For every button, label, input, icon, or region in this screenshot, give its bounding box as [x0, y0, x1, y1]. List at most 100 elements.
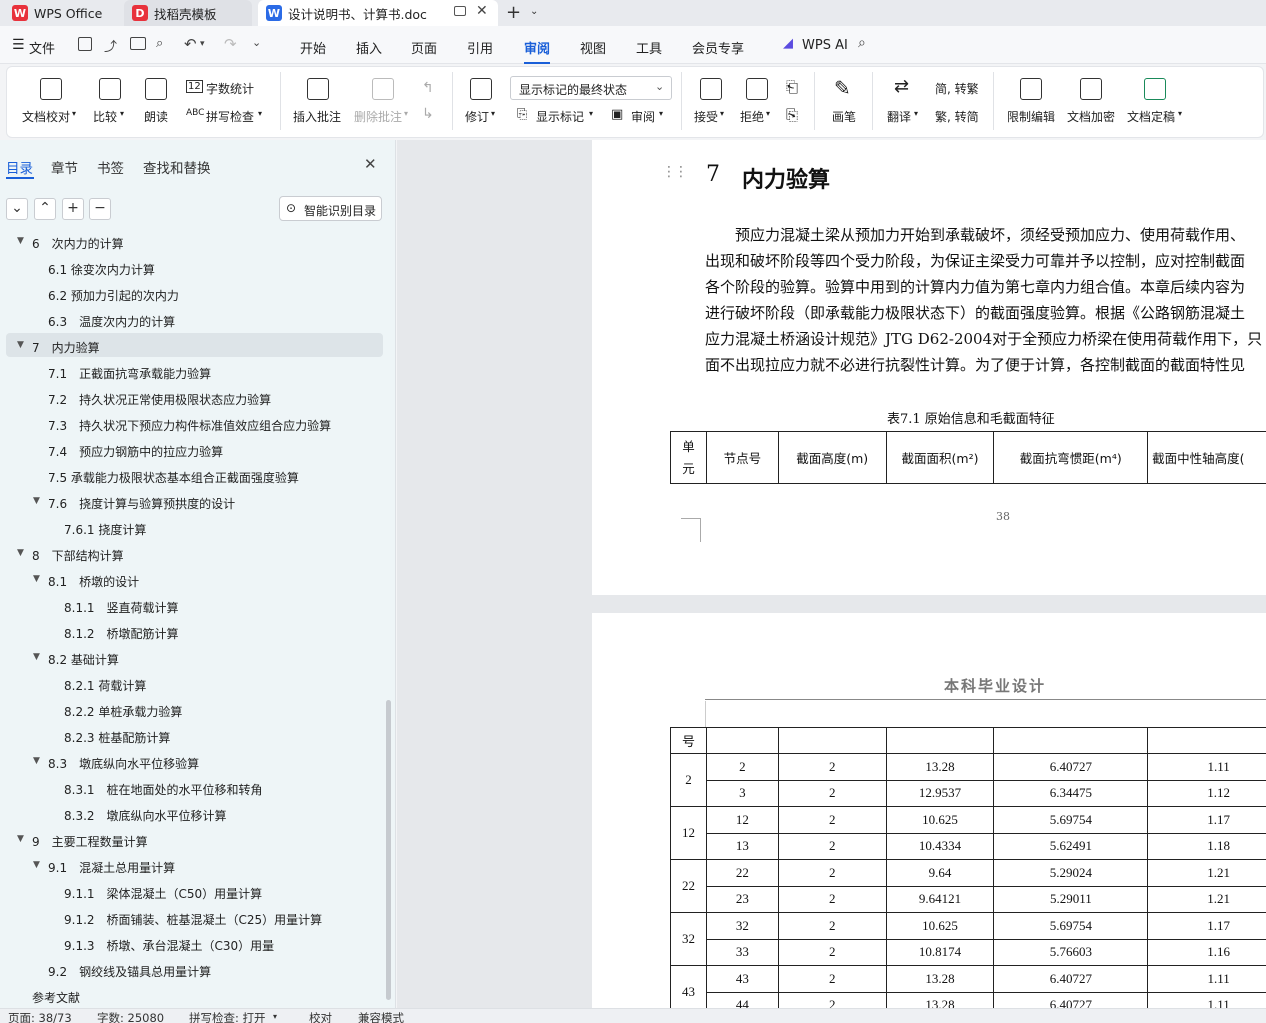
document-proof-button[interactable]: 文档校对 [22, 108, 70, 125]
pen-button[interactable]: 画笔 [832, 108, 856, 125]
read-aloud-button[interactable]: 朗读 [144, 108, 168, 125]
close-tab-icon[interactable]: ✕ [476, 3, 488, 19]
smart-toc-button[interactable]: ⊙ 智能识别目录 [279, 196, 382, 221]
spell-check-button[interactable]: 拼写检查 [206, 108, 254, 125]
word-count-button[interactable]: 字数统计 [206, 80, 254, 97]
menu-file[interactable]: 文件 [29, 38, 55, 57]
accept-button[interactable]: 接受 [694, 108, 718, 125]
translate-button[interactable]: 翻译 [887, 108, 911, 125]
tab-templates[interactable]: D 找稻壳模板 [124, 0, 252, 26]
word-count[interactable]: 字数: 25080 [97, 1010, 164, 1023]
toc-item[interactable]: 9.1.1 梁体混凝土（C50）用量计算 [64, 885, 262, 902]
previous-change-icon[interactable]: ⎗ [786, 78, 798, 96]
toc-item[interactable]: 7.4 预应力钢筋中的拉应力验算 [48, 443, 223, 460]
toc-item[interactable]: 9.1 混凝土总用量计算 [48, 859, 175, 876]
menu-home[interactable]: 开始 [300, 38, 326, 57]
proof-status[interactable]: 校对 [309, 1010, 332, 1023]
toc-item[interactable]: 9.1.3 桥墩、承台混凝土（C30）用量 [64, 937, 274, 954]
toc-item[interactable]: 8.3.1 桩在地面处的水平位移和转角 [64, 781, 263, 798]
insert-comment-button[interactable]: 插入批注 [293, 108, 341, 125]
next-comment-icon[interactable]: ↳ [422, 106, 434, 122]
toc-item[interactable]: 7.1 正截面抗弯承载能力验算 [48, 365, 211, 382]
spell-check-status[interactable]: 拼写检查: 打开 [189, 1010, 266, 1023]
reject-button[interactable]: 拒绝 [740, 108, 764, 125]
expand-triangle-icon[interactable]: ▼ [17, 834, 24, 844]
redo-icon[interactable]: ↷ [224, 35, 237, 53]
expand-triangle-icon[interactable]: ▼ [33, 496, 40, 506]
toc-item[interactable]: 7.6 挠度计算与验算预拱度的设计 [48, 495, 235, 512]
hamburger-icon[interactable]: ☰ [12, 37, 25, 53]
menu-page[interactable]: 页面 [411, 38, 437, 57]
tab-chapters[interactable]: 章节 [51, 157, 78, 177]
toc-item-selected[interactable]: 7 内力验算 [32, 339, 100, 356]
to-traditional-button[interactable]: 简, 转繁 [935, 80, 979, 97]
restrict-edit-button[interactable]: 限制编辑 [1007, 108, 1055, 125]
toc-item[interactable]: 8.2.2 单桩承载力验算 [64, 703, 182, 720]
chevron-down-icon[interactable]: ⌄ [530, 6, 538, 17]
show-markup-button[interactable]: 显示标记 [536, 108, 584, 125]
review-pane-button[interactable]: 审阅 [631, 108, 655, 125]
tab-wps-home[interactable]: W WPS Office [4, 0, 116, 26]
toc-item[interactable]: 8.1 桥墩的设计 [48, 573, 139, 590]
finalize-button[interactable]: 文档定稿 [1127, 108, 1175, 125]
toc-item[interactable]: 7.2 持久状况正常使用极限状态应力验算 [48, 391, 271, 408]
toc-item[interactable]: 8.2 基础计算 [48, 651, 119, 668]
menu-references[interactable]: 引用 [467, 38, 493, 57]
toc-item[interactable]: 8.2.1 荷载计算 [64, 677, 146, 694]
print-preview-icon[interactable]: ⌕ [156, 36, 163, 51]
expand-triangle-icon[interactable]: ▼ [17, 340, 24, 350]
window-icon[interactable] [454, 6, 466, 16]
compare-button[interactable]: 比较 [93, 108, 117, 125]
toc-item[interactable]: 8 下部结构计算 [32, 547, 124, 564]
menu-tools[interactable]: 工具 [636, 38, 662, 57]
expand-triangle-icon[interactable]: ▼ [33, 860, 40, 870]
delete-comment-button[interactable]: 删除批注 [354, 108, 402, 125]
toc-item[interactable]: 9.1.2 桥面铺装、桩基混凝土（C25）用量计算 [64, 911, 322, 928]
expand-triangle-icon[interactable]: ▼ [17, 548, 24, 558]
search-icon[interactable]: ⌕ [858, 35, 866, 51]
encrypt-button[interactable]: 文档加密 [1067, 108, 1115, 125]
close-panel-icon[interactable]: ✕ [364, 155, 377, 173]
new-tab-icon[interactable]: + [506, 2, 521, 23]
toc-item[interactable]: 8.3 墩底纵向水平位移验算 [48, 755, 199, 772]
tab-bookmarks[interactable]: 书签 [97, 157, 124, 177]
menu-review[interactable]: 审阅 [524, 38, 550, 57]
previous-comment-icon[interactable]: ↰ [422, 80, 434, 96]
undo-dropdown-icon[interactable]: ▾ [200, 39, 205, 49]
move-up-button[interactable]: ⌃ [34, 198, 56, 220]
expand-triangle-icon[interactable]: ▼ [33, 652, 40, 662]
add-heading-button[interactable]: + [62, 198, 84, 220]
tab-document[interactable]: W 设计说明书、计算书.doc ✕ [258, 0, 498, 26]
tab-find-replace[interactable]: 查找和替换 [143, 157, 211, 177]
track-changes-button[interactable]: 修订 [465, 108, 489, 125]
toc-item[interactable]: 6.2 预加力引起的次内力 [48, 287, 179, 304]
menu-insert[interactable]: 插入 [356, 38, 382, 57]
tab-toc[interactable]: 目录 [6, 157, 33, 177]
toc-item[interactable]: 7.3 持久状况下预应力构件标准值效应组合应力验算 [48, 417, 331, 434]
toc-item[interactable]: 6 次内力的计算 [32, 235, 124, 252]
drag-handle-icon[interactable]: ⋮⋮ [662, 164, 688, 180]
collapse-all-button[interactable]: ⌄ [6, 198, 28, 220]
page-indicator[interactable]: 页面: 38/73 [8, 1010, 72, 1023]
toc-item[interactable]: 7.6.1 挠度计算 [64, 521, 146, 538]
expand-triangle-icon[interactable]: ▼ [33, 574, 40, 584]
menu-wps-ai[interactable]: WPS AI [802, 38, 848, 53]
toc-item[interactable]: 参考文献 [32, 989, 80, 1006]
toc-item[interactable]: 6.3 温度次内力的计算 [48, 313, 175, 330]
toc-item[interactable]: 7.5 承载能力极限状态基本组合正截面强度验算 [48, 469, 299, 486]
panel-scrollbar[interactable] [386, 700, 391, 1000]
display-mode-select[interactable]: 显示标记的最终状态 ⌄ [510, 76, 672, 100]
save-icon[interactable] [78, 37, 92, 51]
to-simplified-button[interactable]: 繁, 转简 [935, 108, 979, 125]
print-icon[interactable] [130, 37, 146, 50]
toc-item[interactable]: 8.1.1 竖直荷载计算 [64, 599, 179, 616]
undo-icon[interactable]: ↶ [184, 35, 197, 53]
more-chevron-icon[interactable]: ⌄ [252, 36, 261, 49]
remove-heading-button[interactable]: − [89, 198, 111, 220]
toc-item[interactable]: 9 主要工程数量计算 [32, 833, 148, 850]
menu-view[interactable]: 视图 [580, 38, 606, 57]
next-change-icon[interactable]: ⎘ [786, 106, 798, 124]
menu-member[interactable]: 会员专享 [692, 38, 744, 57]
toc-item[interactable]: 8.2.3 桩基配筋计算 [64, 729, 170, 746]
expand-triangle-icon[interactable]: ▼ [17, 236, 24, 246]
